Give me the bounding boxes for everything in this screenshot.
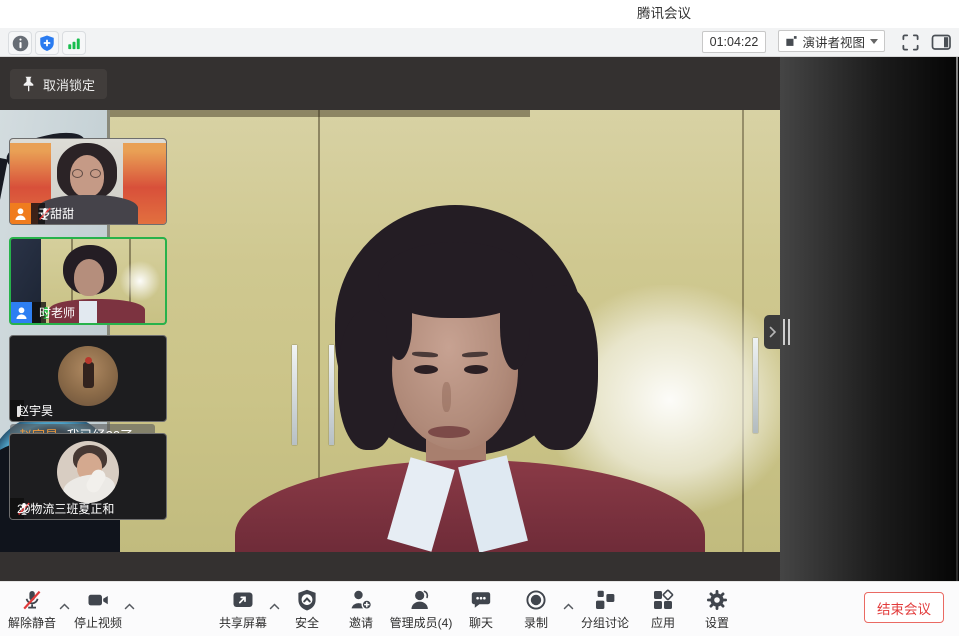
- manage-members-label: 管理成员(4): [390, 614, 453, 631]
- participant-name: 20物流三班夏正和: [17, 500, 114, 517]
- app-title: 腾讯会议: [637, 0, 691, 28]
- network-signal-icon: [65, 34, 83, 52]
- title-bar: 腾讯会议: [0, 0, 959, 28]
- meeting-timer: 01:04:22: [702, 31, 766, 53]
- record-options-chevron[interactable]: [563, 597, 574, 615]
- unmute-label: 解除静音: [8, 614, 56, 631]
- chat-button[interactable]: 聊天: [469, 588, 493, 631]
- chat-label: 聊天: [469, 614, 493, 631]
- stage-top-strip: [0, 57, 780, 110]
- settings-label: 设置: [705, 614, 729, 631]
- participant-tile[interactable]: 20物流三班夏正和: [9, 433, 167, 520]
- participant-tile-active[interactable]: 时老师: [9, 237, 167, 325]
- fullscreen-icon: [901, 33, 920, 52]
- stage-bottom-strip: [0, 552, 780, 581]
- member-blue-badge: [11, 302, 32, 323]
- participant-label: 于甜甜: [31, 203, 45, 224]
- security-button[interactable]: 安全: [295, 588, 319, 631]
- video-options-chevron[interactable]: [124, 597, 135, 615]
- chat-bubble-icon: [469, 588, 493, 612]
- members-icon: [409, 588, 433, 612]
- sidebar-collapse-handle[interactable]: [764, 315, 781, 349]
- stop-video-button[interactable]: 停止视频: [74, 588, 122, 631]
- record-icon: [524, 588, 548, 612]
- share-screen-icon: [231, 588, 255, 612]
- avatar: [57, 441, 119, 503]
- participant-name: 时老师: [39, 304, 75, 321]
- share-options-chevron[interactable]: [269, 597, 280, 615]
- invite-icon: [349, 588, 373, 612]
- sidebar-drag-handle[interactable]: [783, 319, 790, 345]
- sidebar-scrollbar[interactable]: [956, 57, 958, 581]
- unmute-button[interactable]: 解除静音: [8, 588, 56, 631]
- camera-icon: [86, 588, 110, 612]
- participant-label: 20物流三班夏正和: [10, 498, 24, 519]
- invite-button[interactable]: 邀请: [349, 588, 373, 631]
- participant-name: 赵宇昊: [17, 402, 53, 419]
- pin-icon: [22, 76, 35, 92]
- share-screen-button[interactable]: 共享屏幕: [219, 588, 267, 631]
- stop-video-label: 停止视频: [74, 614, 122, 631]
- gear-icon: [705, 588, 729, 612]
- end-meeting-label: 结束会议: [877, 598, 931, 618]
- view-selector-label: 演讲者视图: [802, 32, 865, 51]
- person-icon: [14, 207, 27, 221]
- view-selector[interactable]: 演讲者视图: [778, 30, 885, 52]
- participants-sidebar: [780, 57, 959, 581]
- side-panel-toggle-button[interactable]: [929, 31, 953, 53]
- info-icon: [11, 34, 30, 53]
- breakout-icon: [593, 588, 617, 612]
- record-button[interactable]: 录制: [524, 588, 548, 631]
- unmute-options-chevron[interactable]: [59, 597, 70, 615]
- share-screen-label: 共享屏幕: [219, 614, 267, 631]
- apps-label: 应用: [651, 614, 675, 631]
- person-icon: [15, 306, 28, 320]
- meeting-info-button[interactable]: [8, 31, 32, 55]
- end-meeting-button[interactable]: 结束会议: [864, 592, 944, 623]
- avatar: [58, 346, 118, 406]
- unpin-label: 取消锁定: [43, 75, 95, 94]
- host-orange-badge: [10, 203, 31, 224]
- mic-muted-icon: [20, 588, 44, 612]
- unpin-button[interactable]: 取消锁定: [10, 69, 107, 99]
- tencent-meeting-window: 腾讯会议 01:04:22 演讲者视图: [0, 0, 959, 636]
- protection-button[interactable]: [35, 31, 59, 55]
- security-label: 安全: [295, 614, 319, 631]
- chevron-down-icon: [870, 39, 878, 44]
- speaker-view-layout-icon: [785, 34, 797, 48]
- breakout-rooms-button[interactable]: 分组讨论: [581, 588, 629, 631]
- fullscreen-button[interactable]: [898, 31, 922, 53]
- network-quality-button[interactable]: [62, 31, 86, 55]
- participant-label: 赵宇昊: [10, 400, 24, 421]
- participant-name: 于甜甜: [38, 205, 74, 222]
- apps-button[interactable]: 应用: [651, 588, 675, 631]
- settings-button[interactable]: 设置: [705, 588, 729, 631]
- participant-tile[interactable]: 赵宇昊: [9, 335, 167, 422]
- breakout-label: 分组讨论: [581, 614, 629, 631]
- timer-value: 01:04:22: [710, 35, 759, 49]
- participant-label: 时老师: [32, 302, 46, 323]
- participant-tile[interactable]: 于甜甜: [9, 138, 167, 225]
- manage-members-button[interactable]: 管理成员(4): [390, 588, 453, 631]
- chevron-right-icon: [769, 326, 777, 338]
- security-shield-icon: [295, 588, 319, 612]
- side-panel-icon: [931, 33, 952, 52]
- shield-plus-icon: [38, 34, 56, 52]
- apps-icon: [651, 588, 675, 612]
- invite-label: 邀请: [349, 614, 373, 631]
- record-label: 录制: [524, 614, 548, 631]
